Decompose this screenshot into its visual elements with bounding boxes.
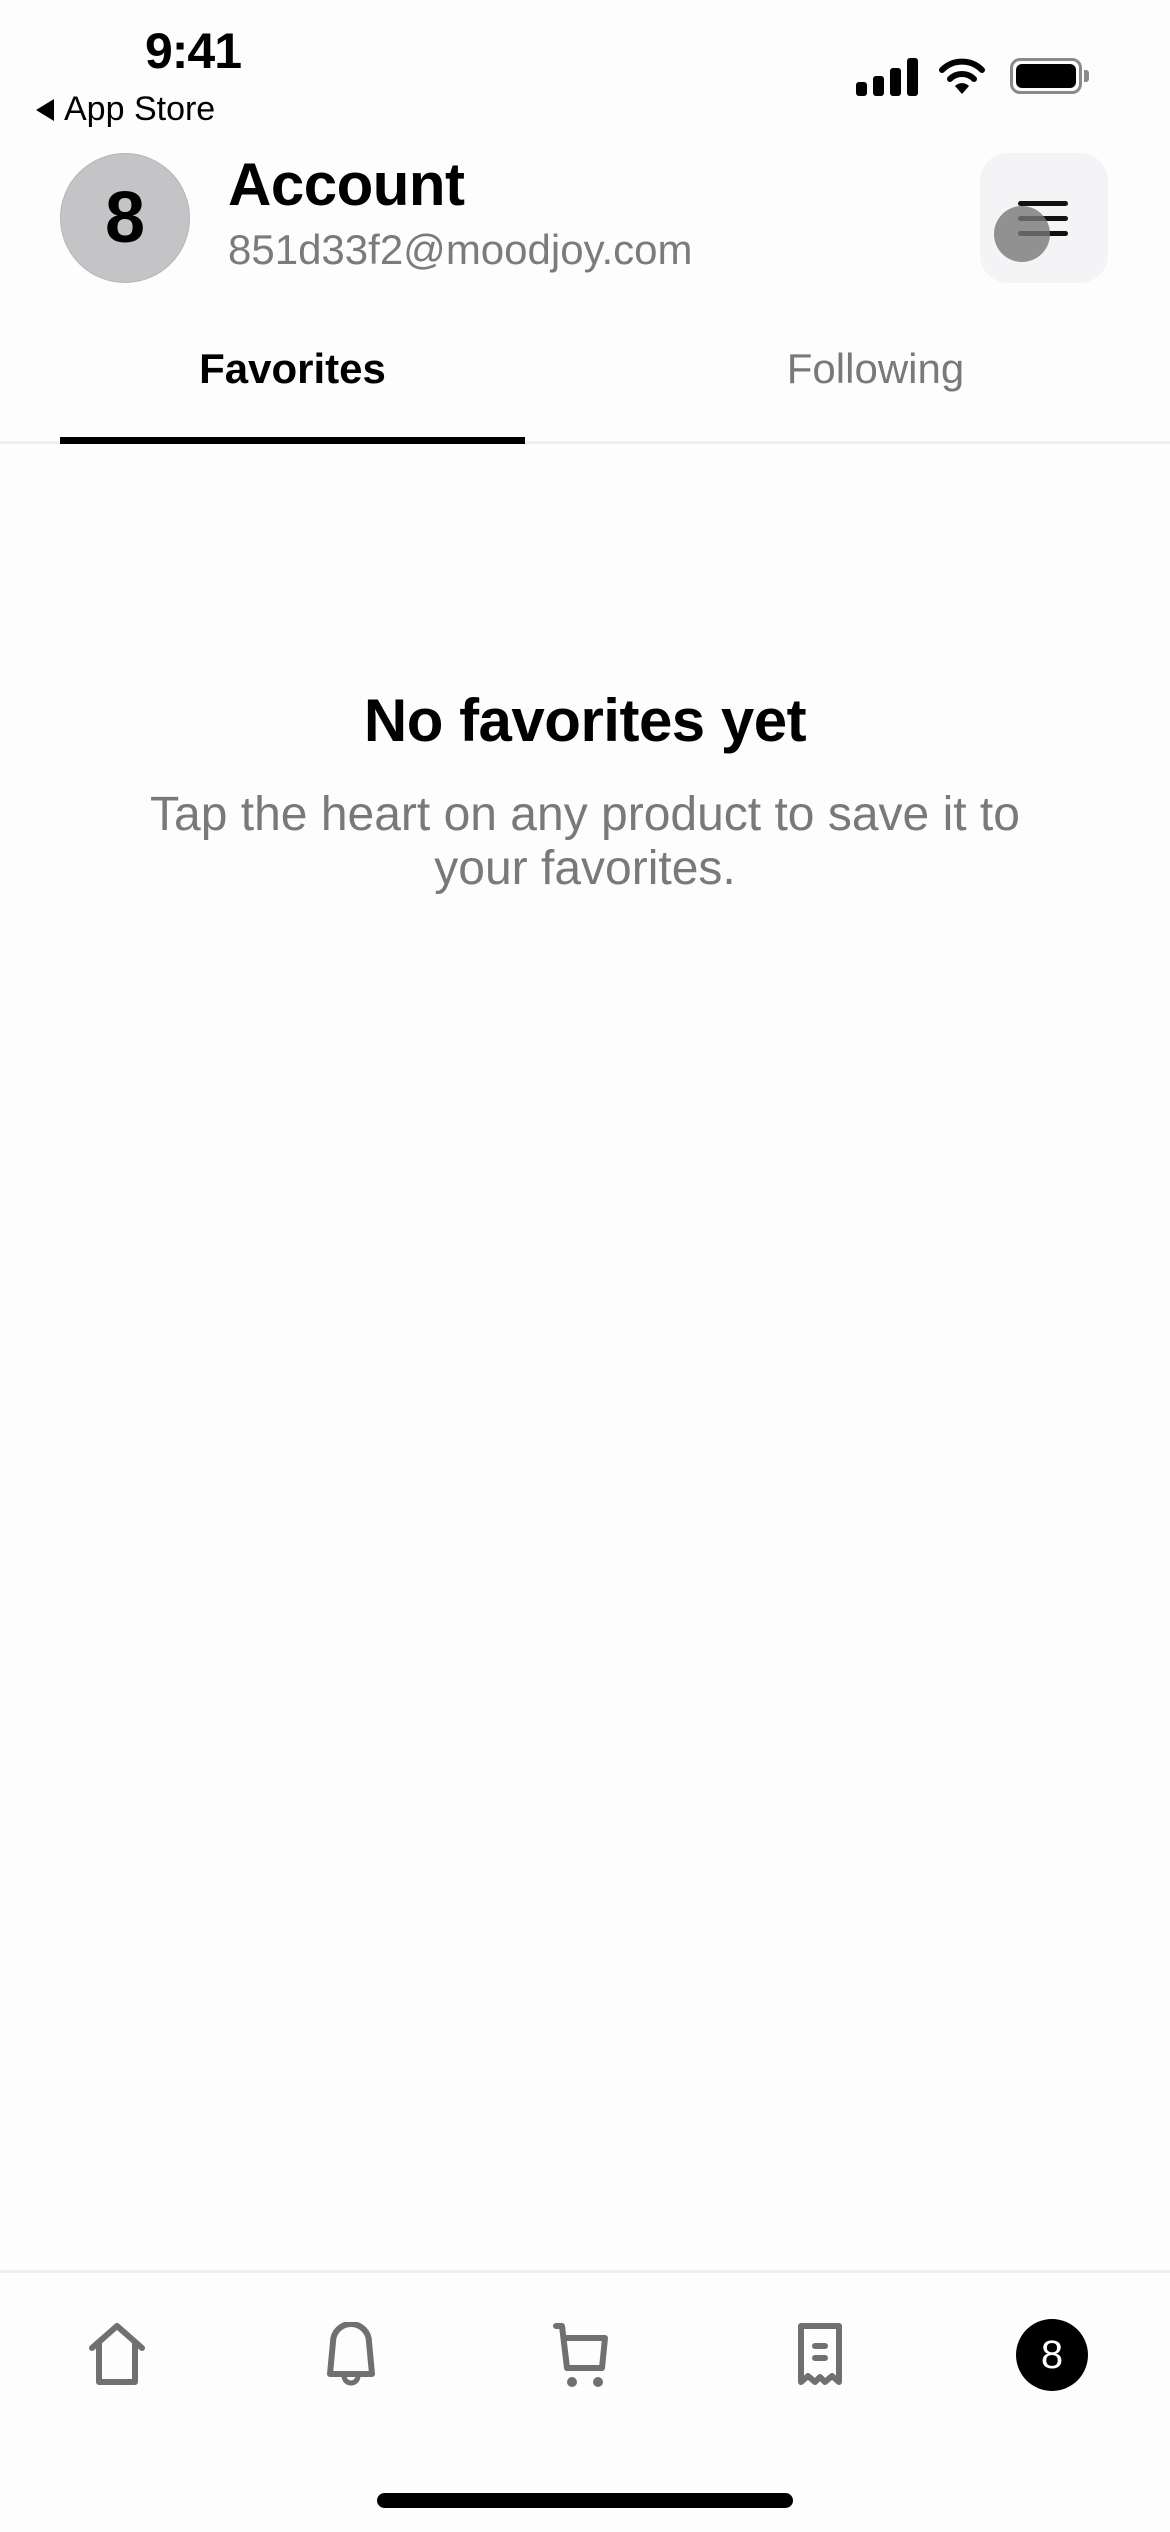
- tab-following[interactable]: Following: [643, 345, 1108, 393]
- active-tab-indicator: [60, 437, 525, 444]
- receipt-icon: [798, 2323, 842, 2385]
- nav-cart[interactable]: [543, 2315, 623, 2395]
- cart-icon: [553, 2323, 608, 2387]
- account-email: 851d33f2@moodjoy.com: [228, 226, 693, 273]
- nav-orders[interactable]: [780, 2315, 860, 2395]
- nav-home[interactable]: [77, 2315, 157, 2395]
- account-avatar[interactable]: 8: [60, 153, 190, 283]
- empty-state-title: No favorites yet: [363, 687, 807, 754]
- back-app-label: App Store: [64, 90, 216, 128]
- back-to-app-store[interactable]: App Store: [36, 90, 215, 129]
- cellular-signal-icon: [856, 58, 918, 96]
- nav-notifications[interactable]: [311, 2315, 391, 2395]
- back-triangle-icon: [36, 98, 54, 121]
- nav-profile[interactable]: 8: [1012, 2315, 1092, 2395]
- profile-avatar-icon: 8: [1016, 2319, 1088, 2391]
- status-time: 9:41: [144, 23, 242, 79]
- touch-indicator: [994, 206, 1050, 262]
- battery-icon: [1010, 58, 1082, 94]
- home-icon: [89, 2323, 145, 2385]
- empty-state-message: Tap the heart on any product to save it …: [150, 788, 1020, 895]
- page-title: Account: [228, 151, 465, 218]
- bell-icon: [327, 2322, 375, 2386]
- home-indicator[interactable]: [377, 2493, 793, 2508]
- battery-cap: [1084, 70, 1089, 82]
- wifi-icon: [939, 58, 985, 94]
- tabbar-divider: [0, 2270, 1170, 2273]
- tab-favorites[interactable]: Favorites: [60, 345, 525, 393]
